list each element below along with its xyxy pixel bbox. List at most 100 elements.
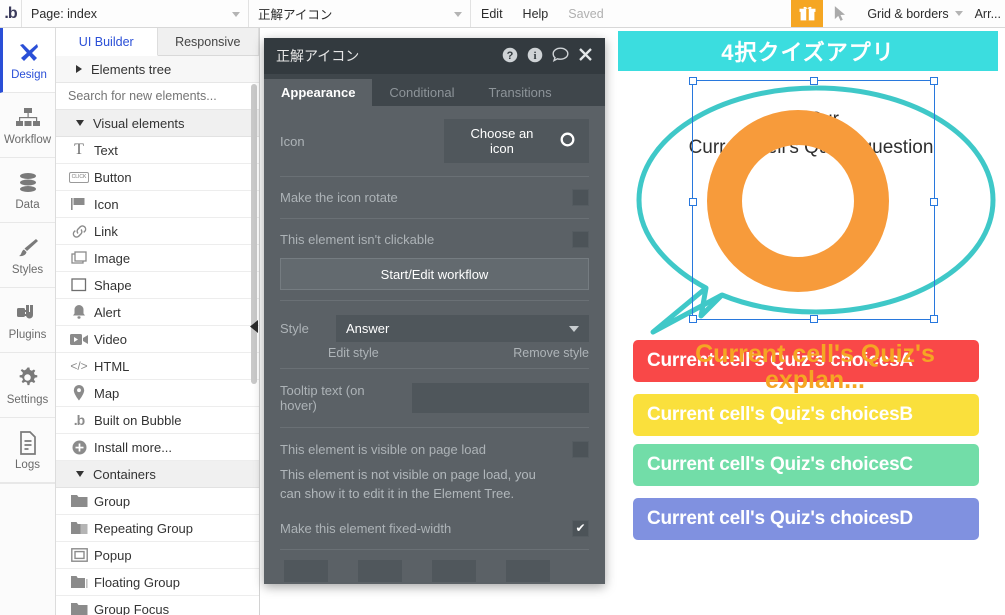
choice-label: Current cell's Quiz's choicesB: [647, 404, 913, 425]
element-item-text[interactable]: T Text: [56, 137, 259, 164]
element-item-popup[interactable]: Popup: [56, 542, 259, 569]
choice-button-c[interactable]: Current cell's Quiz's choicesC: [633, 444, 979, 486]
icon-row: Icon Choose an icon: [264, 106, 605, 176]
tooltip-label: Tooltip text (on hover): [280, 383, 365, 413]
left-rail: Design Workflow Data Styles Plugins Sett…: [0, 28, 56, 615]
element-item-button[interactable]: CLICK Button: [56, 164, 259, 191]
rotate-checkbox[interactable]: [572, 189, 589, 206]
element-item-video[interactable]: Video: [56, 326, 259, 353]
element-item-label: Install more...: [94, 439, 173, 455]
element-item-label: Shape: [94, 277, 132, 293]
map-pin-icon: [64, 385, 94, 401]
svg-text:?: ?: [507, 50, 514, 62]
tab-conditional[interactable]: Conditional: [372, 79, 471, 106]
element-item-label: HTML: [94, 358, 130, 374]
correct-answer-circle-icon[interactable]: [707, 110, 889, 292]
choice-button-d[interactable]: Current cell's Quiz's choicesD: [633, 498, 979, 540]
grid-and-borders-dropdown[interactable]: Grid & borders: [857, 0, 968, 27]
tooltip-input[interactable]: [412, 383, 589, 413]
element-item-built-on-bubble[interactable]: .b Built on Bubble: [56, 407, 259, 434]
element-item-group[interactable]: Group: [56, 488, 259, 515]
rail-item-data[interactable]: Data: [0, 158, 55, 223]
arrange-dropdown[interactable]: Arr...: [969, 0, 1005, 27]
start-edit-workflow-button[interactable]: Start/Edit workflow: [280, 258, 589, 290]
property-panel-body: Icon Choose an icon Make the icon rotate…: [264, 106, 605, 584]
element-item-map[interactable]: Map: [56, 380, 259, 407]
cursor-arrow-icon[interactable]: [823, 0, 857, 27]
menu-edit[interactable]: Edit: [471, 0, 513, 27]
app-header-bar[interactable]: 4択クイズアプリ: [618, 31, 998, 71]
element-item-repeating-group[interactable]: Repeating Group: [56, 515, 259, 542]
collapse-panel-button[interactable]: [248, 318, 260, 334]
element-item-shape[interactable]: Shape: [56, 272, 259, 299]
chevron-down-icon: [232, 11, 240, 17]
plug-icon: [16, 300, 40, 326]
rail-item-settings[interactable]: Settings: [0, 353, 55, 418]
bubble-logo[interactable]: .b: [0, 0, 22, 27]
rail-item-design[interactable]: Design: [0, 28, 55, 93]
tab-responsive[interactable]: Responsive: [158, 28, 259, 55]
tab-ui-builder[interactable]: UI Builder: [56, 28, 158, 56]
tab-appearance[interactable]: Appearance: [264, 79, 373, 106]
chevron-down-icon: [76, 120, 84, 126]
elements-tree-toggle[interactable]: Elements tree: [56, 56, 259, 83]
element-item-alert[interactable]: Alert: [56, 299, 259, 326]
choose-an-icon-button[interactable]: Choose an icon: [443, 119, 589, 163]
floating-group-icon: [64, 575, 94, 589]
style-select[interactable]: Answer: [336, 315, 589, 342]
rail-item-styles[interactable]: Styles: [0, 223, 55, 288]
element-item-image[interactable]: Image: [56, 245, 259, 272]
group-containers[interactable]: Containers: [56, 461, 259, 488]
choice-button-a[interactable]: Current cell's Quiz's choicesA: [633, 340, 979, 382]
comment-icon[interactable]: [552, 47, 569, 65]
element-item-group-focus[interactable]: Group Focus: [56, 596, 259, 615]
element-selector[interactable]: 正解アイコン: [249, 0, 471, 27]
fixed-width-checkbox[interactable]: ✔: [572, 519, 589, 537]
page-selector[interactable]: Page: index: [22, 0, 249, 27]
rail-item-workflow[interactable]: Workflow: [0, 93, 55, 158]
not-clickable-row: This element isn't clickable: [264, 219, 605, 258]
info-circle-icon[interactable]: i: [527, 47, 543, 66]
choice-button-b[interactable]: Current cell's Quiz's choicesB: [633, 394, 979, 436]
close-icon[interactable]: [578, 47, 593, 65]
rail-label: Logs: [15, 458, 40, 471]
folder-icon: [64, 494, 94, 508]
tab-transitions[interactable]: Transitions: [471, 79, 568, 106]
remove-style-link[interactable]: Remove style: [513, 346, 589, 360]
footer-button-1[interactable]: [284, 559, 328, 582]
rail-item-logs[interactable]: Logs: [0, 418, 55, 483]
element-item-label: Map: [94, 385, 120, 401]
rail-label: Data: [15, 198, 40, 211]
menu-help[interactable]: Help: [513, 0, 559, 27]
bell-icon: [64, 304, 94, 320]
help-circle-icon[interactable]: ?: [502, 47, 518, 66]
scrollbar-thumb[interactable]: [251, 84, 257, 384]
rail-label: Design: [11, 68, 47, 81]
not-clickable-label: This element isn't clickable: [280, 232, 435, 247]
elements-panel-scrollbar[interactable]: [251, 84, 257, 615]
element-item-html[interactable]: </> HTML: [56, 353, 259, 380]
plus-circle-icon: [64, 440, 94, 455]
visible-on-load-checkbox[interactable]: [572, 441, 589, 458]
footer-button-4[interactable]: [506, 559, 550, 582]
footer-button-3[interactable]: [432, 559, 476, 582]
not-clickable-checkbox[interactable]: [572, 231, 589, 248]
footer-button-2[interactable]: [358, 559, 402, 582]
element-item-label: Repeating Group: [94, 520, 194, 536]
document-icon: [18, 430, 38, 456]
circle-o-icon: [560, 132, 575, 150]
element-item-link[interactable]: Link: [56, 218, 259, 245]
edit-style-link[interactable]: Edit style: [328, 346, 379, 360]
search-input[interactable]: [68, 89, 248, 103]
group-visual-elements[interactable]: Visual elements: [56, 110, 259, 137]
element-selector-label: 正解アイコン: [258, 8, 333, 22]
property-panel-title: 正解アイコン: [276, 48, 360, 64]
gift-icon[interactable]: [791, 0, 824, 27]
element-item-floating-group[interactable]: Floating Group: [56, 569, 259, 596]
element-item-install-more[interactable]: Install more...: [56, 434, 259, 461]
rail-label: Styles: [11, 263, 44, 276]
chevron-right-icon: [76, 65, 82, 73]
svg-text:i: i: [533, 50, 536, 62]
rail-item-plugins[interactable]: Plugins: [0, 288, 55, 353]
element-item-icon[interactable]: Icon: [56, 191, 259, 218]
